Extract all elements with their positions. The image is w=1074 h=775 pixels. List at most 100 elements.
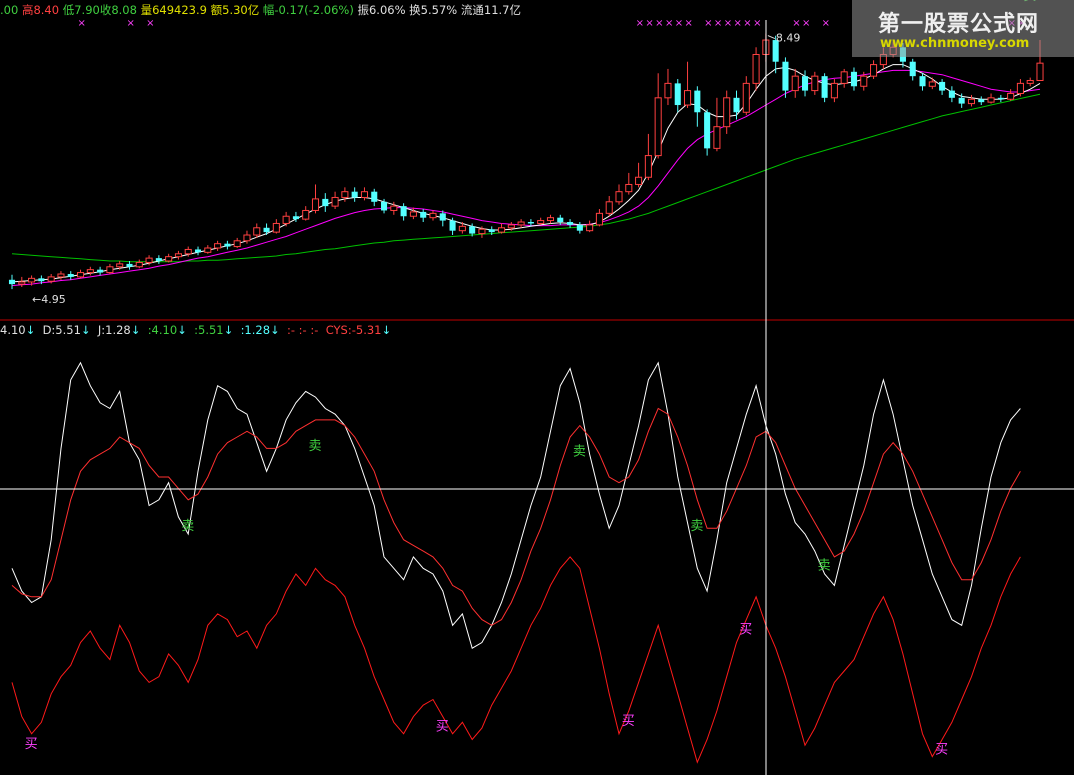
j-line xyxy=(11,361,1021,649)
price-panel: 8.49←4.95×××××××××××××××××××× xyxy=(8,18,1044,306)
candle xyxy=(644,133,652,181)
candle xyxy=(360,187,368,201)
candle xyxy=(204,245,212,254)
max-price-pointer xyxy=(767,35,776,40)
v3-arrow: ↓ xyxy=(270,323,280,337)
k-arrow: ↓ xyxy=(25,323,36,337)
min-price-label: ←4.95 xyxy=(32,293,66,306)
signal-mark: × xyxy=(78,18,86,29)
low-value: 7.90 xyxy=(74,3,100,17)
candle xyxy=(664,68,672,106)
dash-values: :- :- :- xyxy=(287,323,319,337)
signal-mark: × xyxy=(655,18,663,29)
candle xyxy=(253,223,261,238)
low-label: 低 xyxy=(62,3,75,17)
d-arrow: ↓ xyxy=(80,323,91,337)
candle xyxy=(135,259,143,269)
candle xyxy=(605,196,613,217)
candle xyxy=(174,250,182,260)
candle xyxy=(272,219,280,234)
max-price-label: 8.49 xyxy=(776,32,801,45)
float-label: 流通 xyxy=(460,3,484,17)
sell-signal: 卖 xyxy=(818,559,831,574)
sell-signal: 卖 xyxy=(573,445,586,460)
candle xyxy=(1007,89,1015,101)
candle xyxy=(165,253,173,263)
j-value: J:1.28 xyxy=(97,323,131,337)
chart-canvas: 8.49←4.95×××××××××××××××××××× 买买买买买卖卖卖卖卖… xyxy=(0,0,1074,775)
candle xyxy=(723,90,731,134)
candle xyxy=(625,172,633,195)
candle xyxy=(302,206,310,221)
cys-value: CYS:-5.31 xyxy=(325,323,382,337)
v2-arrow: ↓ xyxy=(223,323,234,337)
candle xyxy=(635,162,643,188)
amplitude-value: 6.06% xyxy=(368,3,406,17)
v3-value: :1.28 xyxy=(240,323,271,337)
candle xyxy=(1026,77,1034,87)
watermark-url: www.chnmoney.com xyxy=(880,36,1030,51)
signal-mark: × xyxy=(704,18,712,29)
sell-signal: 卖 xyxy=(309,439,322,454)
candle xyxy=(713,97,721,152)
volume-value: 649423.9 xyxy=(152,3,207,17)
watermark-title: 第一股票公式网 xyxy=(878,12,1040,37)
candle xyxy=(567,219,574,228)
signal-mark: × xyxy=(724,18,732,29)
candle xyxy=(928,77,936,90)
quote-header: .00 高8.40 低7.90收8.08 量649423.9 额5.30亿 幅-… xyxy=(0,2,521,18)
candle xyxy=(311,184,320,214)
candle xyxy=(840,68,848,88)
candle xyxy=(791,68,799,98)
amount-value: 5.30亿 xyxy=(222,3,260,17)
candle xyxy=(850,67,858,91)
d-value: D:5.51 xyxy=(42,323,81,337)
candle xyxy=(400,203,407,221)
candle xyxy=(909,58,916,81)
candle xyxy=(557,214,564,225)
signal-mark: × xyxy=(636,18,644,29)
candle xyxy=(429,210,437,221)
signal-mark: × xyxy=(743,18,751,29)
signal-mark: × xyxy=(675,18,683,29)
k-value: 4.10 xyxy=(0,323,26,337)
candle xyxy=(694,86,701,127)
candle xyxy=(919,73,926,91)
amount-label: 额 xyxy=(210,3,223,17)
candle xyxy=(987,93,995,104)
ma60-line xyxy=(11,93,1041,263)
candle xyxy=(106,263,114,275)
signal-mark: × xyxy=(822,18,830,29)
change-value: -0.17(-2.06%) xyxy=(274,3,354,17)
candle xyxy=(371,188,378,207)
v2-value: :5.51 xyxy=(194,323,224,337)
ma5-line xyxy=(11,64,1041,283)
candle xyxy=(322,193,329,212)
candle xyxy=(801,70,809,97)
candle xyxy=(704,109,711,156)
indicator-header: 4.10↓ D:5.51↓ J:1.28↓ :4.10↓ :5.51↓ :1.2… xyxy=(0,322,391,338)
signal-mark: × xyxy=(685,18,693,29)
v1-arrow: ↓ xyxy=(177,323,187,337)
candle xyxy=(752,47,760,91)
candle xyxy=(126,261,133,270)
signal-mark: × xyxy=(802,18,810,29)
candle xyxy=(830,79,838,103)
candle xyxy=(57,271,65,280)
volume-label: 量 xyxy=(140,3,153,17)
buy-signal: 买 xyxy=(25,737,38,752)
signal-mark: × xyxy=(733,18,741,29)
candle xyxy=(351,187,358,202)
candle xyxy=(1016,79,1024,97)
signal-mark: × xyxy=(126,18,134,29)
float-value: 11.7亿 xyxy=(483,3,521,17)
candle xyxy=(155,255,162,264)
candle xyxy=(821,73,828,103)
candle xyxy=(97,266,104,276)
signal-mark: × xyxy=(753,18,761,29)
candle xyxy=(674,79,681,113)
high-value: 8.40 xyxy=(33,3,60,17)
candle xyxy=(537,217,545,225)
candle xyxy=(67,271,74,280)
signal-mark: × xyxy=(714,18,722,29)
